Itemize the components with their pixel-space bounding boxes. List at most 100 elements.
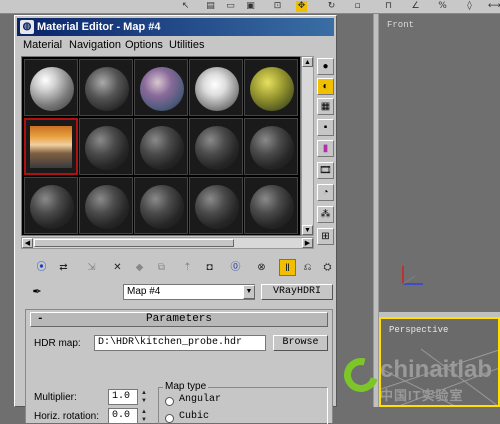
menu-material[interactable]: Material [23,39,62,51]
watermark-swirl-icon [337,351,385,399]
link-icon[interactable]: ⊡ [272,1,283,12]
hdr-map-path-field[interactable]: D:\HDR\kitchen_probe.hdr [94,335,266,351]
material-sphere [140,185,184,229]
sample-slot[interactable] [189,59,243,116]
scale-icon[interactable]: ▫ [352,1,363,12]
horiz-rotation-input[interactable]: 0.0 [108,408,138,424]
sample-slot[interactable] [189,118,243,175]
sample-slot-selected[interactable] [24,118,78,175]
show-map-in-viewport-icon[interactable]: ⓪ [227,259,244,276]
select-icon[interactable]: ↖ [180,1,191,12]
sample-slot[interactable] [79,118,133,175]
material-sphere [30,67,74,111]
scroll-left-icon[interactable]: ◀ [22,238,33,248]
select-by-name-icon[interactable]: ▤ [205,1,216,12]
sample-slot[interactable] [134,59,188,116]
put-to-library-icon[interactable]: ⇡ [179,259,196,276]
viewport-label-front[interactable]: Front [387,20,414,30]
sample-slot[interactable] [134,118,188,175]
map-navigator-icon[interactable]: ⛭ [319,259,336,276]
menu-utilities[interactable]: Utilities [169,39,204,51]
sample-type-icon[interactable]: ● [317,58,334,75]
sample-slots-vertical-scrollbar[interactable]: ▲ ▼ [301,56,314,236]
make-preview-icon[interactable]: 🎞 [317,162,334,179]
axis-tripod-icon [402,266,423,285]
reset-map-icon[interactable]: ✕ [109,259,126,276]
sample-slot[interactable] [24,59,78,116]
horiz-rotation-spinner-icon[interactable]: ▲ ▼ [140,408,148,424]
material-name-bar: ✒ Map #4 ▼ VRayHDRI [25,282,335,302]
bottom-toolbar: ⦿ ⇄ ⇲ ✕ ◆ ⧉ ⇡ ◘ ⓪ ⊗ Ⅱ ⎌ ⛭ [25,259,335,279]
material-sphere [85,67,129,111]
front-viewport[interactable]: Front [379,14,500,312]
angle-snap-icon[interactable]: ∠ [410,1,421,12]
hdr-map-label: HDR map: [34,338,81,349]
scroll-down-icon[interactable]: ▼ [302,225,313,235]
rollout-collapse-toggle[interactable]: - [37,313,44,326]
material-sphere [85,185,129,229]
map-type-button[interactable]: VRayHDRI [261,284,333,300]
rollout-header[interactable]: - Parameters [30,312,328,327]
map-name-dropdown-icon[interactable]: ▼ [243,285,255,299]
multiplier-label: Multiplier: [34,392,77,403]
scroll-right-icon[interactable]: ▶ [302,238,313,248]
window-titlebar[interactable]: ◍ Material Editor - Map #4 [17,18,334,36]
sample-slot[interactable] [244,118,298,175]
scroll-thumb[interactable] [34,239,234,247]
radio-angular[interactable] [165,397,174,406]
move-icon[interactable]: ✥ [296,1,307,12]
sample-slots-panel [21,56,301,236]
background-icon[interactable]: ▦ [317,98,334,115]
select-by-material-icon[interactable]: ⁂ [317,206,334,223]
snap-icon[interactable]: ⊓ [383,1,394,12]
menu-bar: Material Navigation Options Utilities [17,38,334,54]
sample-slot[interactable] [189,177,243,234]
percent-snap-icon[interactable]: % [437,1,448,12]
sample-slot[interactable] [24,177,78,234]
map-name-field[interactable]: Map #4 [123,284,255,300]
region-icon[interactable]: ▭ [225,1,236,12]
get-material-icon[interactable]: ⦿ [33,259,50,276]
multiplier-spinner-icon[interactable]: ▲ ▼ [140,389,148,405]
sample-slot[interactable] [79,177,133,234]
pick-material-icon[interactable]: ✒ [28,283,46,301]
material-sphere [250,126,294,170]
material-sphere [85,126,129,170]
make-copy-icon[interactable]: ◆ [131,259,148,276]
browse-button[interactable]: Browse [273,335,328,351]
options-icon[interactable]: ◔ [317,184,334,201]
spinner-snap-icon[interactable]: ◊ [464,1,475,12]
go-to-parent-icon[interactable]: Ⅱ [279,259,296,276]
material-map-navigator-icon[interactable]: ⊞ [317,228,334,245]
window-title: Material Editor - Map #4 [37,21,161,33]
go-forward-to-sibling-icon[interactable]: ⎌ [299,259,316,276]
backlight-icon[interactable]: ◐ [317,78,334,95]
menu-navigation[interactable]: Navigation [69,39,121,51]
window-crossing-icon[interactable]: ▣ [245,1,256,12]
uv-tiling-icon[interactable]: ▪ [317,119,334,136]
make-unique-icon[interactable]: ⧉ [153,259,170,276]
video-color-check-icon[interactable]: ▮ [317,140,334,157]
put-to-scene-icon[interactable]: ⇄ [55,259,72,276]
material-sphere [30,185,74,229]
map-type-group: Map type Angular Cubic [158,381,328,424]
hdr-map-path-value: D:\HDR\kitchen_probe.hdr [98,337,243,348]
sample-slot[interactable] [79,59,133,116]
menu-options[interactable]: Options [125,39,163,51]
mirror-icon[interactable]: ⟷ [488,1,500,12]
assign-material-icon[interactable]: ⇲ [83,259,100,276]
material-id-channel-icon[interactable]: ◘ [201,259,218,276]
sample-slot[interactable] [134,177,188,234]
sample-slot[interactable] [244,177,298,234]
watermark-brand: chinaitlab [380,356,493,383]
scroll-up-icon[interactable]: ▲ [302,57,313,67]
show-end-result-icon[interactable]: ⊗ [253,259,270,276]
material-sphere [140,67,184,111]
radio-cubic[interactable] [165,414,174,423]
sample-slot[interactable] [244,59,298,116]
material-editor-icon: ◍ [20,20,34,34]
side-toolbar: ● ◐ ▦ ▪ ▮ 🎞 ◔ ⁂ ⊞ [316,56,336,246]
sample-slots-horizontal-scrollbar[interactable]: ◀ ▶ [21,237,314,249]
rotate-icon[interactable]: ↻ [326,1,337,12]
multiplier-input[interactable]: 1.0 [108,389,138,405]
